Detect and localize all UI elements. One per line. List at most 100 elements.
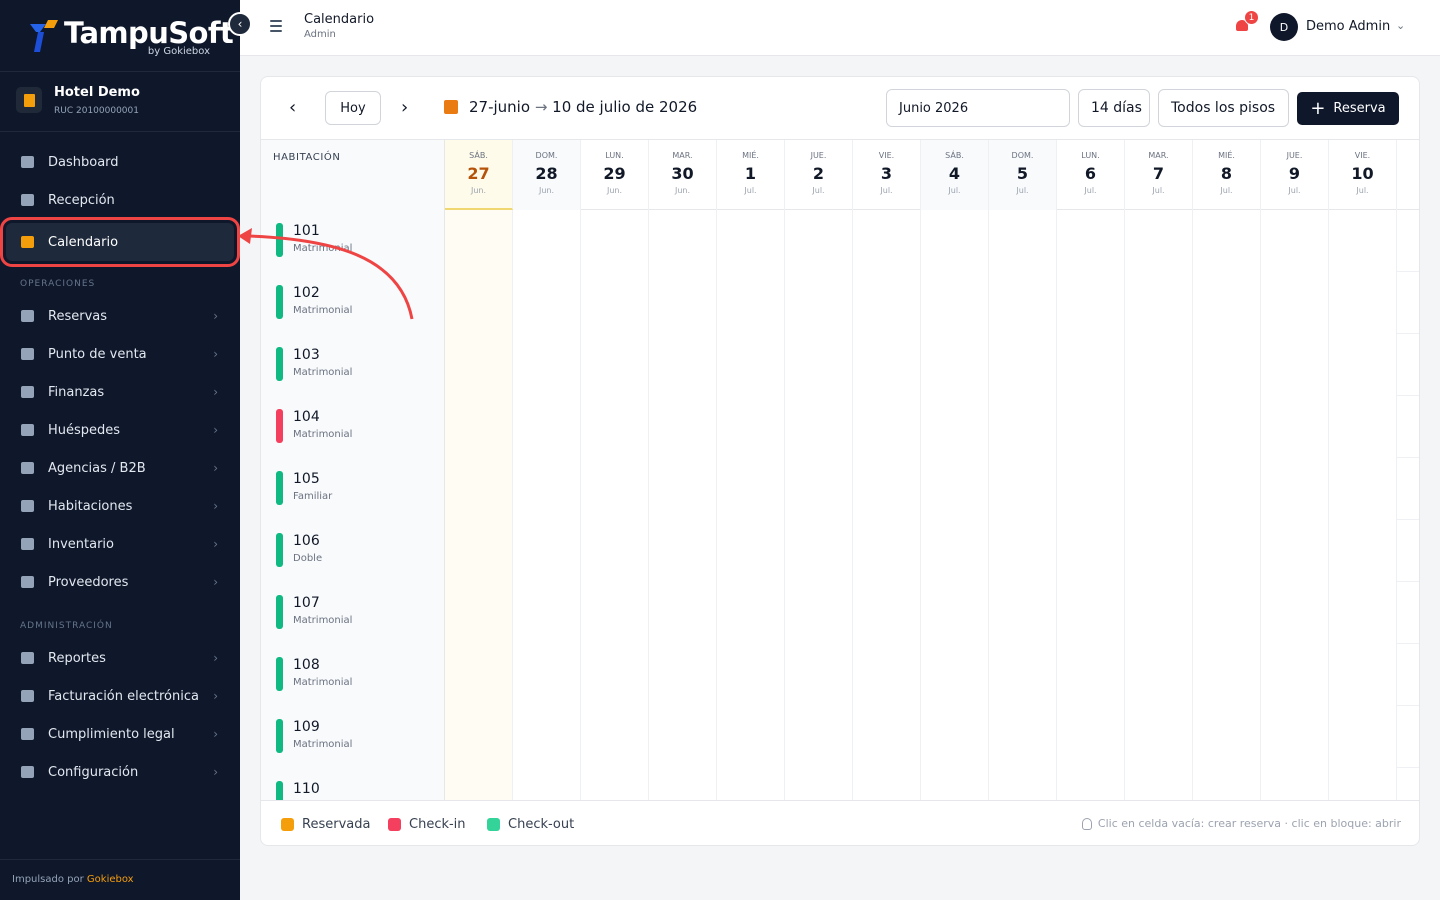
room-label[interactable]: 103 Matrimonial <box>261 334 445 396</box>
calendar-cell[interactable] <box>717 272 785 334</box>
calendar-cell[interactable] <box>1261 768 1329 800</box>
calendar-cell[interactable] <box>1261 644 1329 706</box>
calendar-cell[interactable] <box>581 706 649 768</box>
calendar-cell[interactable] <box>649 582 717 644</box>
room-label[interactable]: 101 Matrimonial <box>261 210 445 272</box>
calendar-cell[interactable] <box>1125 644 1193 706</box>
calendar-cell[interactable] <box>1125 768 1193 800</box>
sidebar-item-cumplimiento-legal[interactable]: Cumplimiento legal › <box>0 715 240 753</box>
calendar-cell[interactable] <box>513 706 581 768</box>
calendar-cell[interactable] <box>1329 458 1397 520</box>
calendar-cell[interactable] <box>853 334 921 396</box>
sidebar-item-inventario[interactable]: Inventario › <box>0 525 240 563</box>
calendar-cell[interactable] <box>581 644 649 706</box>
calendar-cell[interactable] <box>853 644 921 706</box>
sidebar-item-reportes[interactable]: Reportes › <box>0 639 240 677</box>
calendar-cell[interactable] <box>717 458 785 520</box>
room-label[interactable]: 108 Matrimonial <box>261 644 445 706</box>
sidebar-item-configuraci-n[interactable]: Configuración › <box>0 753 240 791</box>
calendar-cell[interactable] <box>1261 706 1329 768</box>
calendar-cell[interactable] <box>513 520 581 582</box>
calendar-cell[interactable] <box>1329 582 1397 644</box>
calendar-cell[interactable] <box>1261 396 1329 458</box>
calendar-cell[interactable] <box>785 334 853 396</box>
calendar-cell[interactable] <box>1193 210 1261 272</box>
calendar-cell[interactable] <box>445 396 513 458</box>
month-picker[interactable]: Junio 2026 <box>886 89 1070 127</box>
calendar-cell[interactable] <box>1193 458 1261 520</box>
calendar-cell[interactable] <box>989 272 1057 334</box>
calendar-cell[interactable] <box>1057 768 1125 800</box>
calendar-cell[interactable] <box>513 644 581 706</box>
calendar-cell[interactable] <box>1057 644 1125 706</box>
calendar-cell[interactable] <box>513 458 581 520</box>
calendar-cell[interactable] <box>649 520 717 582</box>
calendar-cell[interactable] <box>853 396 921 458</box>
calendar-cell[interactable] <box>1057 334 1125 396</box>
calendar-cell[interactable] <box>785 272 853 334</box>
calendar-cell[interactable] <box>853 582 921 644</box>
room-label[interactable]: 102 Matrimonial <box>261 272 445 334</box>
calendar-cell[interactable] <box>581 768 649 800</box>
calendar-cell[interactable] <box>581 334 649 396</box>
calendar-cell[interactable] <box>717 644 785 706</box>
sidebar-item-calendario[interactable]: Calendario <box>0 217 240 267</box>
calendar-cell[interactable] <box>1329 706 1397 768</box>
calendar-cell[interactable] <box>785 582 853 644</box>
calendar-cell[interactable] <box>1329 520 1397 582</box>
calendar-cell[interactable] <box>853 520 921 582</box>
calendar-cell[interactable] <box>581 396 649 458</box>
calendar-cell[interactable] <box>1329 396 1397 458</box>
calendar-cell[interactable] <box>1125 210 1193 272</box>
room-label[interactable]: 107 Matrimonial <box>261 582 445 644</box>
calendar-cell[interactable] <box>445 334 513 396</box>
calendar-cell[interactable] <box>717 706 785 768</box>
calendar-cell[interactable] <box>513 582 581 644</box>
calendar-cell[interactable] <box>785 706 853 768</box>
sidebar-item-hu-spedes[interactable]: Huéspedes › <box>0 411 240 449</box>
calendar-cell[interactable] <box>1057 272 1125 334</box>
calendar-cell[interactable] <box>989 458 1057 520</box>
collapse-sidebar-button[interactable]: ‹ <box>228 12 252 36</box>
calendar-cell[interactable] <box>1329 272 1397 334</box>
calendar-cell[interactable] <box>921 272 989 334</box>
calendar-cell[interactable] <box>1329 334 1397 396</box>
days-select[interactable]: 14 días <box>1078 89 1150 127</box>
calendar-cell[interactable] <box>1057 706 1125 768</box>
calendar-cell[interactable] <box>1329 644 1397 706</box>
calendar-cell[interactable] <box>513 272 581 334</box>
sidebar-item-recepcion[interactable]: Recepción <box>0 181 240 219</box>
calendar-cell[interactable] <box>1057 520 1125 582</box>
calendar-cell[interactable] <box>1125 520 1193 582</box>
calendar-cell[interactable] <box>785 520 853 582</box>
calendar-cell[interactable] <box>649 272 717 334</box>
calendar-cell[interactable] <box>1329 210 1397 272</box>
calendar-cell[interactable] <box>853 458 921 520</box>
calendar-cell[interactable] <box>581 520 649 582</box>
calendar-cell[interactable] <box>989 582 1057 644</box>
calendar-cell[interactable] <box>649 396 717 458</box>
calendar-cell[interactable] <box>921 396 989 458</box>
calendar-cell[interactable] <box>1057 582 1125 644</box>
calendar-cell[interactable] <box>649 210 717 272</box>
calendar-cell[interactable] <box>445 210 513 272</box>
calendar-cell[interactable] <box>921 458 989 520</box>
calendar-cell[interactable] <box>445 768 513 800</box>
calendar-cell[interactable] <box>1261 210 1329 272</box>
calendar-cell[interactable] <box>445 520 513 582</box>
calendar-cell[interactable] <box>717 582 785 644</box>
calendar-cell[interactable] <box>649 768 717 800</box>
calendar-cell[interactable] <box>921 768 989 800</box>
calendar-cell[interactable] <box>717 334 785 396</box>
calendar-cell[interactable] <box>785 458 853 520</box>
calendar-cell[interactable] <box>921 210 989 272</box>
calendar-cell[interactable] <box>445 582 513 644</box>
calendar-cell[interactable] <box>445 272 513 334</box>
room-label[interactable]: 106 Doble <box>261 520 445 582</box>
sidebar-item-habitaciones[interactable]: Habitaciones › <box>0 487 240 525</box>
floors-select[interactable]: Todos los pisos <box>1158 89 1289 127</box>
calendar-cell[interactable] <box>1125 272 1193 334</box>
calendar-cell[interactable] <box>921 582 989 644</box>
calendar-cell[interactable] <box>513 334 581 396</box>
room-label[interactable]: 105 Familiar <box>261 458 445 520</box>
